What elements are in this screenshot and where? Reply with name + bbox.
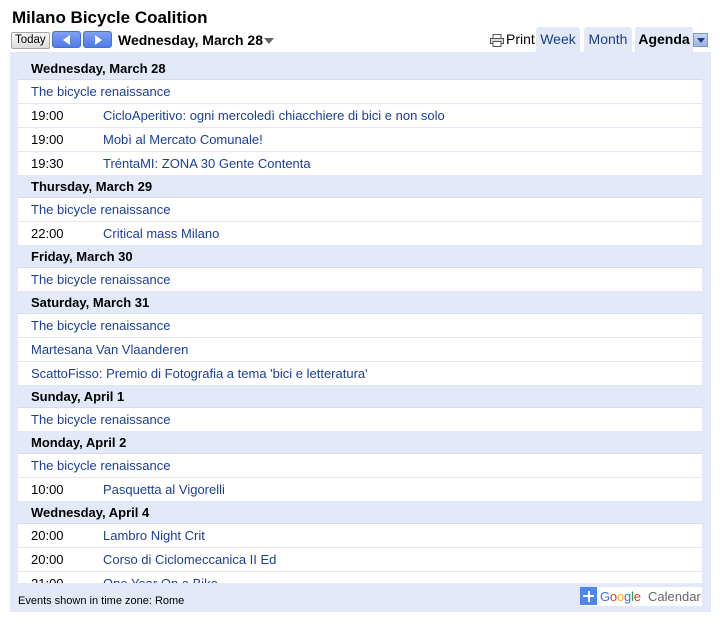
- event-time: 20:00: [31, 528, 64, 543]
- event-time: 10:00: [31, 482, 64, 497]
- event-time: 22:00: [31, 226, 64, 241]
- event-title-link[interactable]: The bicycle renaissance: [31, 314, 170, 338]
- event-row[interactable]: 20:00 Corso di Ciclomeccanica II Ed: [18, 548, 702, 572]
- event-row[interactable]: 22:00 Critical mass Milano: [18, 222, 702, 246]
- day-header: Saturday, March 31: [18, 292, 702, 314]
- event-time: 19:00: [31, 108, 64, 123]
- event-time: 21:00: [31, 572, 64, 583]
- event-row[interactable]: 19:00 CicloAperitivo: ogni mercoledì chia…: [18, 104, 702, 128]
- event-row[interactable]: The bicycle renaissance: [18, 408, 702, 432]
- event-title-link[interactable]: One Year On a Bike: [103, 572, 218, 583]
- event-title-link[interactable]: Pasquetta al Vigorelli: [103, 478, 225, 502]
- chevron-left-icon: [63, 35, 70, 45]
- printer-icon: [490, 34, 504, 47]
- print-label: Print: [506, 31, 535, 47]
- event-title-link[interactable]: Martesana Van Vlaanderen: [31, 338, 188, 362]
- event-row[interactable]: 20:00 Lambro Night Crit: [18, 524, 702, 548]
- badge-calendar-label: Calendar: [648, 589, 701, 604]
- view-menu-button[interactable]: [693, 33, 708, 47]
- event-row[interactable]: The bicycle renaissance: [18, 198, 702, 222]
- event-title-link[interactable]: The bicycle renaissance: [31, 198, 170, 222]
- calendar-title: Milano Bicycle Coalition: [12, 8, 208, 27]
- event-time: 20:00: [31, 552, 64, 567]
- event-title-link[interactable]: The bicycle renaissance: [31, 80, 170, 104]
- event-row[interactable]: The bicycle renaissance: [18, 454, 702, 478]
- event-row[interactable]: 10:00 Pasquetta al Vigorelli: [18, 478, 702, 502]
- tab-month[interactable]: Month: [584, 27, 632, 52]
- event-title-link[interactable]: The bicycle renaissance: [31, 268, 170, 292]
- event-row[interactable]: Martesana Van Vlaanderen: [18, 338, 702, 362]
- google-logo: Google: [600, 589, 641, 604]
- agenda-panel: Wednesday, March 28 The bicycle renaissan…: [10, 52, 711, 612]
- event-title-link[interactable]: Critical mass Milano: [103, 222, 219, 246]
- event-title-link[interactable]: The bicycle renaissance: [31, 454, 170, 478]
- event-title-link[interactable]: ScattoFisso: Premio di Fotografia a tema…: [31, 362, 368, 386]
- event-row[interactable]: The bicycle renaissance: [18, 314, 702, 338]
- day-header: Thursday, March 29: [18, 176, 702, 198]
- toolbar: Today Wednesday, March 28 Print Week Mon…: [11, 27, 711, 52]
- current-date[interactable]: Wednesday, March 28: [118, 32, 263, 48]
- tab-agenda[interactable]: Agenda: [635, 27, 693, 52]
- next-button[interactable]: [83, 31, 112, 48]
- event-row[interactable]: 19:00 Mobì al Mercato Comunale!: [18, 128, 702, 152]
- event-title-link[interactable]: Mobì al Mercato Comunale!: [103, 128, 263, 152]
- event-time: 19:00: [31, 132, 64, 147]
- event-title-link[interactable]: Lambro Night Crit: [103, 524, 205, 548]
- plus-icon: [580, 587, 597, 605]
- day-header: Friday, March 30: [18, 246, 702, 268]
- event-title-link[interactable]: CicloAperitivo: ogni mercoledì chiacchie…: [103, 104, 445, 128]
- event-time: 19:30: [31, 156, 64, 171]
- event-title-link[interactable]: Corso di Ciclomeccanica II Ed: [103, 548, 276, 572]
- tab-week[interactable]: Week: [536, 27, 580, 52]
- event-row[interactable]: The bicycle renaissance: [18, 80, 702, 104]
- event-title-link[interactable]: TréntaMI: ZONA 30 Gente Contenta: [103, 152, 311, 176]
- event-row[interactable]: ScattoFisso: Premio di Fotografia a tema…: [18, 362, 702, 386]
- event-row[interactable]: The bicycle renaissance: [18, 268, 702, 292]
- today-button[interactable]: Today: [11, 32, 50, 49]
- chevron-right-icon: [95, 35, 102, 45]
- agenda-list[interactable]: Wednesday, March 28 The bicycle renaissan…: [18, 58, 702, 583]
- event-row[interactable]: 21:00 One Year On a Bike: [18, 572, 702, 583]
- event-title-link[interactable]: The bicycle renaissance: [31, 408, 170, 432]
- day-header: Monday, April 2: [18, 432, 702, 454]
- timezone-note: Events shown in time zone: Rome: [18, 595, 185, 607]
- event-row[interactable]: 19:30 TréntaMI: ZONA 30 Gente Contenta: [18, 152, 702, 176]
- previous-button[interactable]: [52, 31, 81, 48]
- google-calendar-badge[interactable]: Google Calendar: [580, 587, 702, 606]
- day-header: Wednesday, March 28: [18, 58, 702, 80]
- day-header: Sunday, April 1: [18, 386, 702, 408]
- date-dropdown-icon[interactable]: [264, 38, 274, 44]
- day-header: Wednesday, April 4: [18, 502, 702, 524]
